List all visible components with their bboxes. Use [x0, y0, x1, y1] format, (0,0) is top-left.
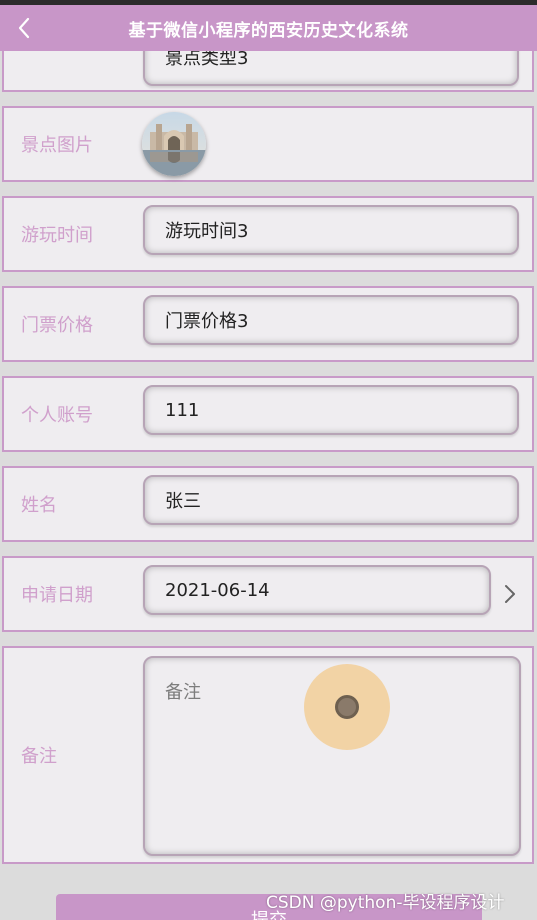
touch-dot: [335, 695, 359, 719]
ticket-price-label: 门票价格: [21, 315, 93, 336]
scenic-image-label: 景点图片: [21, 135, 93, 156]
scenic-photo-image: [142, 112, 206, 176]
play-time-label: 游玩时间: [21, 225, 93, 246]
account-label: 个人账号: [21, 405, 93, 426]
form-row-play-time: 游玩时间 游玩时间3: [2, 196, 534, 272]
page-title: 基于微信小程序的西安历史文化系统: [128, 20, 409, 41]
back-button[interactable]: [10, 13, 38, 43]
name-input[interactable]: 张三: [143, 475, 519, 525]
account-input[interactable]: 111: [143, 385, 519, 435]
apply-date-label: 申请日期: [21, 585, 93, 606]
scenic-image-thumbnail[interactable]: [142, 112, 206, 176]
chevron-left-icon: [18, 17, 30, 39]
chevron-right-icon[interactable]: [504, 558, 516, 630]
watermark-text: CSDN @python-毕设程序设计: [266, 893, 505, 913]
apply-date-picker[interactable]: 2021-06-14: [143, 565, 491, 615]
form-row-scenic-image: 景点图片: [2, 106, 534, 182]
play-time-input[interactable]: 游玩时间3: [143, 205, 519, 255]
nav-bar: 基于微信小程序的西安历史文化系统: [0, 5, 537, 51]
form-row-name: 姓名 张三: [2, 466, 534, 542]
name-label: 姓名: [21, 495, 57, 516]
form-row-apply-date[interactable]: 申请日期 2021-06-14: [2, 556, 534, 632]
form-row-remark: 备注 备注: [2, 646, 534, 864]
form-row-account: 个人账号 111: [2, 376, 534, 452]
touch-indicator: [304, 664, 390, 750]
ticket-price-input[interactable]: 门票价格3: [143, 295, 519, 345]
form-row-ticket-price: 门票价格 门票价格3: [2, 286, 534, 362]
remark-label: 备注: [21, 746, 57, 767]
